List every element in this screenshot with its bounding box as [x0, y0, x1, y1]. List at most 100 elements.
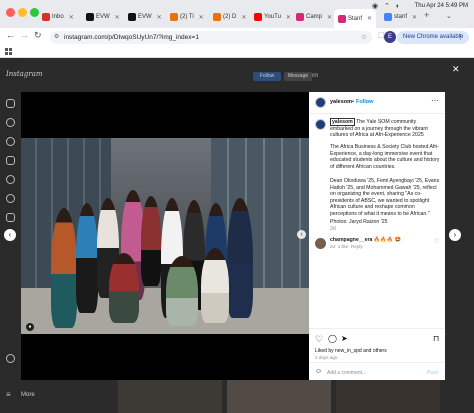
close-icon[interactable]: ✕ — [367, 15, 372, 22]
comment-composer: ☺ Add a comment... Post — [309, 362, 445, 381]
person-10 — [109, 253, 139, 323]
tab-stanford-active[interactable]: Stanf ✕ — [334, 9, 377, 28]
close-icon[interactable]: ✕ — [157, 14, 162, 21]
instagram-logo[interactable]: Instagram — [6, 70, 43, 78]
comment-meta: 2d 1 like Reply — [330, 244, 440, 251]
tab-inbox[interactable]: Inbo ✕ — [42, 10, 74, 24]
more-vert-icon[interactable]: ⋮ — [457, 31, 464, 44]
close-icon[interactable]: ✕ — [327, 14, 332, 21]
menu-icon[interactable]: ≡ — [6, 390, 11, 399]
instagram-page: Instagram ≡ More yalesom Follow Message … — [0, 58, 474, 413]
browser-toolbar: ← → ↻ ⚙ instagram.com/p/DIwqoSUyUn7/?img… — [0, 28, 474, 46]
tab-camp[interactable]: Camp ✕ — [296, 10, 332, 24]
like-heart-icon[interactable]: ♡ — [315, 334, 323, 345]
tab-evw-1[interactable]: EVW ✕ — [86, 10, 120, 24]
close-icon[interactable]: ✕ — [199, 14, 204, 21]
close-icon[interactable]: ✕ — [115, 14, 120, 21]
group-photo: ● — [21, 138, 309, 334]
tab-search-chevron-icon[interactable]: ⌄ — [446, 12, 452, 20]
youtube-icon — [254, 13, 262, 21]
tab-ti[interactable]: (2) Ti ✕ — [170, 10, 204, 24]
tab-label: Stanf — [348, 15, 363, 22]
close-icon[interactable]: ✕ — [69, 14, 74, 21]
threads-icon[interactable] — [6, 354, 15, 363]
maximize-window-button[interactable] — [30, 8, 39, 17]
tab-strip: Inbo ✕ EVW ✕ EVW ✕ (2) Ti ✕ (2) D ✕ YouTu ✕ Ca… — [0, 0, 474, 28]
tab-label: Inbo — [52, 14, 64, 20]
site-icon — [213, 13, 221, 21]
tab-stanford-search[interactable]: stanf ✕ — [384, 10, 417, 24]
tab-label: Camp — [306, 14, 323, 20]
like-comment-heart-icon[interactable]: ♡ — [434, 238, 439, 245]
post-username[interactable]: yalesom — [330, 99, 352, 105]
minimize-window-button[interactable] — [18, 8, 27, 17]
post-comment-button[interactable]: Post — [427, 370, 438, 376]
close-modal-icon[interactable]: ✕ — [452, 64, 460, 75]
post-actions: ♡ ◯ ➤ ⊓ Liked by new_in_spd and others 2… — [309, 328, 445, 380]
tab-evw-2[interactable]: EVW ✕ — [128, 10, 162, 24]
follow-button[interactable]: Follow — [356, 99, 373, 105]
grid-thumbnail — [118, 380, 222, 413]
reload-icon[interactable]: ↻ — [34, 30, 42, 41]
liked-by-text[interactable]: Liked by new_in_spd and others — [315, 348, 387, 354]
more-label[interactable]: More — [21, 392, 35, 398]
previous-post-arrow-icon[interactable]: ‹ — [4, 229, 16, 241]
profile-avatar[interactable]: E — [384, 31, 396, 43]
caption-avatar[interactable] — [315, 119, 326, 130]
add-comment-input[interactable]: Add a comment... — [327, 370, 366, 376]
post-header: yalesom • Follow ⋯ — [309, 92, 445, 114]
address-bar[interactable]: ⚙ instagram.com/p/DIwqoSUyUn7/?img_index… — [50, 31, 372, 44]
bg-message-button: Message — [284, 72, 312, 81]
apps-grid-icon[interactable] — [5, 48, 12, 55]
chrome-update-button[interactable]: New Chrome available ⋮ — [397, 31, 469, 44]
close-icon[interactable]: ✕ — [241, 14, 246, 21]
caption-timestamp: 2d — [330, 226, 336, 232]
new-tab-button[interactable]: + — [424, 10, 429, 20]
bg-follow-button: Follow — [253, 72, 281, 81]
bookmarks-bar — [0, 46, 474, 58]
caption-photo-credit: Photos: Jaryd Raizon '25 — [330, 219, 388, 225]
more-options-icon[interactable]: ⋯ — [431, 96, 439, 105]
system-status-icons: ◉ ⌃ ◐ — [372, 3, 403, 10]
gmail-icon — [42, 13, 50, 21]
bookmark-star-icon[interactable]: ☆ — [361, 31, 367, 44]
close-icon[interactable]: ✕ — [412, 14, 417, 21]
comment-icon[interactable]: ◯ — [328, 334, 337, 343]
x-icon — [128, 13, 136, 21]
notifications-heart-icon[interactable] — [6, 194, 15, 203]
close-icon[interactable]: ✕ — [286, 14, 291, 21]
grid-thumbnail — [336, 380, 440, 413]
avatar[interactable] — [315, 97, 326, 108]
caption-paragraph-2: The Africa Business & Society Club hoste… — [330, 144, 440, 170]
reply-button[interactable]: Reply — [351, 244, 363, 249]
search-icon[interactable] — [6, 118, 15, 127]
person-11 — [166, 256, 198, 326]
site-info-icon[interactable]: ⚙ — [54, 31, 59, 44]
instagram-icon — [338, 14, 346, 23]
back-arrow-icon[interactable]: ← — [6, 30, 15, 40]
close-window-button[interactable] — [6, 8, 15, 17]
tab-d[interactable]: (2) D ✕ — [213, 10, 246, 24]
tab-youtube[interactable]: YouTu ✕ — [254, 10, 291, 24]
comment-likes[interactable]: 1 like — [338, 244, 349, 249]
next-image-arrow-icon[interactable]: › — [297, 230, 306, 239]
commenter-avatar[interactable] — [315, 238, 326, 249]
explore-icon[interactable] — [6, 137, 15, 146]
share-icon[interactable]: ➤ — [341, 334, 348, 343]
next-post-arrow-icon[interactable]: › — [449, 229, 461, 241]
chrome-update-label: New Chrome available — [403, 34, 464, 40]
reels-icon[interactable] — [6, 156, 15, 165]
forward-arrow-icon[interactable]: → — [20, 30, 29, 40]
create-icon[interactable] — [6, 213, 15, 222]
post-timestamp: 2 days ago — [315, 355, 338, 360]
tagged-users-icon[interactable]: ● — [26, 323, 34, 331]
messages-icon[interactable] — [6, 175, 15, 184]
instagram-icon — [296, 13, 304, 21]
home-icon[interactable] — [6, 99, 15, 108]
person-2 — [76, 203, 98, 313]
caption-paragraph-3: Dean Okoduwa '25, Femi Ayengbayi '25, Ev… — [330, 178, 440, 217]
grid-thumbnail — [227, 380, 331, 413]
emoji-icon[interactable]: ☺ — [315, 368, 322, 375]
save-bookmark-icon[interactable]: ⊓ — [433, 334, 439, 343]
comment-username[interactable]: champagne__era — [330, 237, 372, 243]
